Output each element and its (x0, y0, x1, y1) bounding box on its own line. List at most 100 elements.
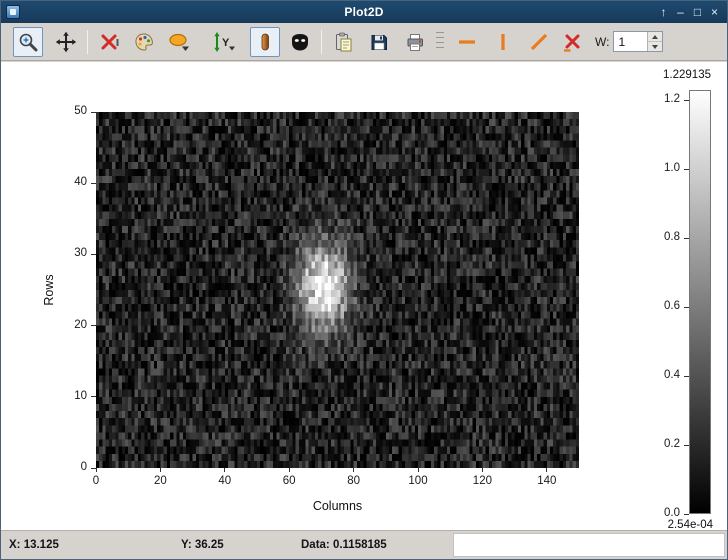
y-tick-label: 40 (51, 176, 87, 188)
vertical-line-icon (492, 31, 514, 53)
y-tick-label: 30 (51, 247, 87, 259)
toolbar-separator (87, 30, 88, 54)
y-tick-mark (91, 325, 96, 326)
spin-up-button[interactable] (648, 32, 662, 41)
colorbar-tick-label: 0.4 (642, 369, 680, 381)
toolbar-separator (321, 30, 322, 54)
diagonal-line-icon (528, 31, 550, 53)
colorbar-tick-mark (684, 307, 689, 308)
x-axis-label: Columns (96, 499, 579, 513)
y-tick-mark (91, 468, 96, 469)
y-tick-label: 10 (51, 390, 87, 402)
x-tick-mark (546, 468, 547, 472)
x-tick-mark (482, 468, 483, 472)
profile-width-label: W: (595, 35, 609, 49)
y-axis-label: Rows (42, 274, 56, 305)
x-tick-label: 80 (338, 475, 370, 487)
x-tick-label: 20 (144, 475, 176, 487)
colorbar-tick-label: 0.0 (642, 507, 680, 519)
reset-zoom-button[interactable] (94, 27, 124, 57)
y-axis-flip-icon: Y (211, 31, 237, 53)
titlebar[interactable]: Plot2D ↑ – □ × (1, 1, 727, 23)
x-tick-mark (160, 468, 161, 472)
red-cross-icon (98, 31, 120, 53)
plot2d-window: Plot2D ↑ – □ × (0, 0, 728, 560)
pan-mode-button[interactable] (51, 27, 81, 57)
x-tick-label: 60 (273, 475, 305, 487)
histogram-sidebar-button[interactable] (250, 27, 280, 57)
y-tick-mark (91, 112, 96, 113)
profile-width-spinbox[interactable] (613, 31, 663, 52)
colorbar-tick-label: 0.8 (642, 231, 680, 243)
clear-profile-icon (561, 31, 583, 53)
diagonal-profile-button[interactable] (524, 27, 554, 57)
colorbar-tick-mark (684, 514, 689, 515)
close-button[interactable]: × (706, 1, 723, 23)
window-controls: ↑ – □ × (655, 1, 723, 23)
printer-icon (404, 31, 426, 53)
spin-down-button[interactable] (648, 41, 662, 51)
maximize-button[interactable]: □ (689, 1, 706, 23)
y-tick-label: 50 (51, 105, 87, 117)
orange-ellipse-icon (168, 31, 190, 53)
cursor-y-readout: Y: 36.25 (181, 531, 224, 559)
x-tick-mark (353, 468, 354, 472)
print-button[interactable] (400, 27, 430, 57)
x-tick-label: 0 (80, 475, 112, 487)
colorbar-tick-label: 1.0 (642, 162, 680, 174)
magnifier-icon (17, 31, 39, 53)
horizontal-profile-button[interactable] (452, 27, 482, 57)
y-axis-orientation-button[interactable]: Y (206, 27, 242, 57)
palette-icon (133, 31, 155, 53)
shape-tool-button[interactable] (164, 27, 194, 57)
x-tick-mark (289, 468, 290, 472)
x-tick-label: 140 (531, 475, 563, 487)
x-tick-label: 120 (466, 475, 498, 487)
cursor-data-readout: Data: 0.1158185 (301, 531, 387, 559)
mask-icon (289, 31, 311, 53)
toolbar: Y (1, 23, 727, 61)
window-title: Plot2D (1, 5, 727, 19)
dropdown-arrow-icon (229, 46, 235, 50)
copy-button[interactable] (328, 27, 358, 57)
x-tick-mark (96, 468, 97, 472)
pan-arrows-icon (55, 31, 77, 53)
colorbar-tick-label: 0.6 (642, 300, 680, 312)
y-tick-mark (91, 396, 96, 397)
y-tick-mark (91, 183, 96, 184)
x-tick-mark (224, 468, 225, 472)
colorbar-tick-mark (684, 376, 689, 377)
x-tick-label: 100 (402, 475, 434, 487)
heatmap-image[interactable] (96, 112, 579, 468)
colorbar-tick-mark (684, 238, 689, 239)
x-tick-label: 40 (209, 475, 241, 487)
minimize-button[interactable]: – (672, 1, 689, 23)
mask-tool-button[interactable] (285, 27, 315, 57)
y-tick-label: 0 (51, 461, 87, 473)
y-tick-label: 20 (51, 319, 87, 331)
vertical-profile-button[interactable] (488, 27, 518, 57)
histogram-bar-icon (254, 31, 276, 53)
colorbar-tick-mark (684, 169, 689, 170)
horizontal-line-icon (456, 31, 478, 53)
y-tick-mark (91, 254, 96, 255)
plot-area: Rows Columns 1.229135 2.54e-04 020406080… (1, 62, 727, 532)
save-button[interactable] (364, 27, 394, 57)
colorbar-tick-mark (684, 445, 689, 446)
floppy-disk-icon (368, 31, 390, 53)
shade-button[interactable]: ↑ (655, 1, 672, 23)
clear-profile-button[interactable] (557, 27, 587, 57)
toolbar-grip (436, 32, 444, 52)
clipboard-icon (332, 31, 354, 53)
colorbar-max-label: 1.229135 (663, 69, 711, 81)
colorbar-tick-label: 0.2 (642, 438, 680, 450)
profile-width-input[interactable] (614, 32, 647, 51)
cursor-x-readout: X: 13.125 (9, 531, 59, 559)
colorbar[interactable] (689, 90, 711, 514)
x-tick-mark (418, 468, 419, 472)
zoom-mode-button[interactable] (13, 27, 43, 57)
spin-buttons (647, 32, 662, 51)
statusbar-panel (453, 533, 725, 557)
colorbar-tick-label: 1.2 (642, 93, 680, 105)
colormap-button[interactable] (129, 27, 159, 57)
